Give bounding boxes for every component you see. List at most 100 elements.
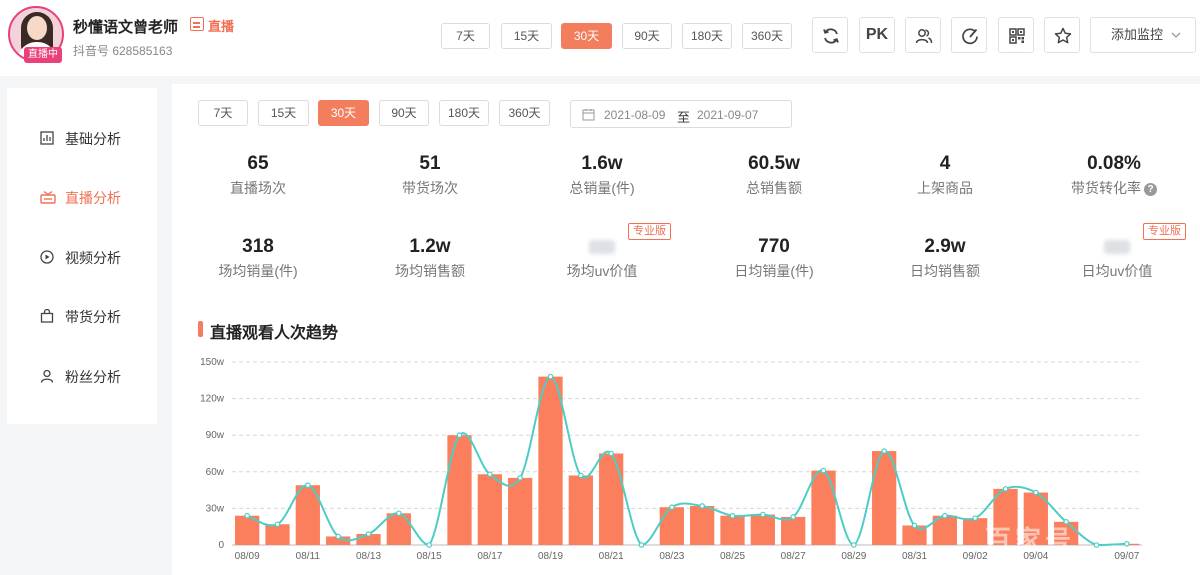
anchor-name: 秒懂语文曾老师 (73, 19, 179, 36)
stat-value: 2.9w (924, 236, 966, 257)
filter-period-30-button[interactable]: 30天 (318, 100, 369, 126)
stat-value: 770 (758, 236, 790, 257)
trend-point (911, 522, 918, 529)
sidebar-item-fans[interactable]: 粉丝分析 (7, 356, 157, 396)
stat-value: 1.6w (581, 153, 623, 174)
trend-point (699, 503, 705, 509)
sidebar-item-label: 基础分析 (65, 131, 121, 147)
stat-live-sessions: 65 直播场次 (173, 152, 343, 198)
chart-bar (750, 514, 775, 545)
x-tick-label: 08/19 (538, 551, 563, 562)
trend-point (760, 511, 766, 518)
stat-avg-uv-value-per-session: 场均uv价值 (517, 235, 687, 281)
chart-bar (690, 505, 715, 545)
refresh-icon (823, 28, 839, 44)
user-icon (40, 369, 54, 383)
x-tick-label: 08/25 (720, 551, 745, 562)
stat-label: 上架商品 (917, 180, 973, 196)
trend-point (335, 533, 341, 540)
stat-total-revenue: 60.5w 总销售额 (689, 152, 859, 198)
trend-point (669, 504, 675, 510)
sidebar-item-label: 直播分析 (65, 190, 121, 206)
pro-version-badge[interactable]: 专业版 (1143, 223, 1186, 240)
verified-tag-icon (190, 17, 204, 31)
stat-label: 总销售额 (746, 180, 802, 196)
chart-bar (872, 451, 897, 545)
stat-label: 带货转化率 (1071, 180, 1141, 196)
chart-bar (811, 470, 836, 545)
trend-point (578, 472, 584, 479)
play-circle-icon (40, 250, 54, 264)
users-icon (915, 29, 933, 44)
sidebar-item-label: 带货分析 (65, 309, 121, 325)
period-7-button[interactable]: 7天 (441, 23, 490, 49)
trend-point (820, 467, 827, 474)
x-tick-label: 09/07 (1114, 551, 1139, 562)
live-icon (40, 190, 56, 204)
stat-total-sales: 1.6w 总销量(件) (517, 152, 687, 198)
pk-button[interactable]: PK (859, 17, 895, 53)
users-button[interactable] (905, 17, 941, 53)
sidebar-item-live[interactable]: 直播分析 (7, 177, 157, 217)
add-monitor-dropdown[interactable]: 添加监控 (1090, 17, 1196, 53)
top-bar: 直播中 秒懂语文曾老师 直播 抖音号 628585163 7天 15天 30天 … (0, 0, 1200, 76)
stat-conversion-rate: 0.08% 带货转化率? (1029, 152, 1199, 198)
x-tick-label: 08/27 (781, 551, 806, 562)
chart-bar (386, 513, 411, 545)
edit-circle-icon (962, 28, 978, 45)
trend-point (456, 432, 463, 439)
filter-period-180-button[interactable]: 180天 (439, 100, 489, 126)
filter-period-15-button[interactable]: 15天 (258, 100, 309, 126)
stat-value: 1.2w (409, 236, 451, 257)
qrcode-button[interactable] (998, 17, 1034, 53)
sidebar-item-basic[interactable]: 基础分析 (7, 118, 157, 158)
trend-point (305, 482, 311, 489)
date-range-picker[interactable]: 2021-08-09 至 2021-09-07 (570, 100, 792, 128)
date-start: 2021-08-09 (604, 108, 666, 122)
trend-point (365, 531, 372, 537)
x-tick-label: 08/11 (296, 551, 321, 562)
edit-button[interactable] (951, 17, 987, 53)
trend-point (547, 373, 554, 380)
stat-value: 65 (247, 153, 269, 174)
sidebar-item-video[interactable]: 视频分析 (7, 237, 157, 277)
live-tag: 直播 (208, 19, 235, 34)
stat-daily-avg-sales: 770 日均销量(件) (689, 235, 859, 281)
trend-point (942, 512, 948, 519)
filter-period-90-button[interactable]: 90天 (379, 100, 429, 126)
stat-value: 4 (939, 153, 951, 174)
stat-label: 日均销量(件) (734, 263, 814, 279)
y-tick-label: 120w (200, 394, 225, 405)
stat-label: 日均销售额 (910, 263, 980, 279)
period-15-button[interactable]: 15天 (501, 23, 552, 49)
trend-point (487, 471, 493, 478)
sidebar-item-goods[interactable]: 带货分析 (7, 296, 157, 336)
section-title: 直播观看人次趋势 (198, 319, 338, 343)
help-icon[interactable]: ? (1144, 183, 1157, 196)
trend-point (638, 542, 645, 548)
period-30-button[interactable]: 30天 (561, 23, 612, 49)
sidebar: 基础分析 直播分析 视频分析 带货分析 粉丝分析 (7, 88, 157, 424)
filter-period-7-button[interactable]: 7天 (198, 100, 248, 126)
refresh-button[interactable] (812, 17, 848, 53)
calendar-icon (582, 109, 595, 121)
chart-bar (538, 376, 563, 545)
trend-point (881, 448, 887, 454)
filter-period-360-button[interactable]: 360天 (499, 100, 550, 126)
trend-point (274, 521, 281, 528)
stat-label: 总销量(件) (569, 180, 635, 196)
favorite-button[interactable] (1044, 17, 1080, 53)
stat-label: 带货场次 (402, 180, 458, 196)
stat-value: 318 (242, 236, 274, 257)
trend-point (1002, 486, 1009, 492)
pro-version-badge[interactable]: 专业版 (628, 223, 671, 240)
sidebar-item-label: 粉丝分析 (65, 369, 121, 385)
period-90-button[interactable]: 90天 (622, 23, 672, 49)
x-tick-label: 08/15 (417, 551, 442, 562)
period-360-button[interactable]: 360天 (742, 23, 792, 49)
add-monitor-label: 添加监控 (1111, 27, 1164, 42)
period-180-button[interactable]: 180天 (682, 23, 732, 49)
watermark: 百家号 (985, 525, 1076, 555)
stat-daily-avg-uv-value: 日均uv价值 (1032, 235, 1200, 281)
chart-bar (265, 524, 290, 545)
